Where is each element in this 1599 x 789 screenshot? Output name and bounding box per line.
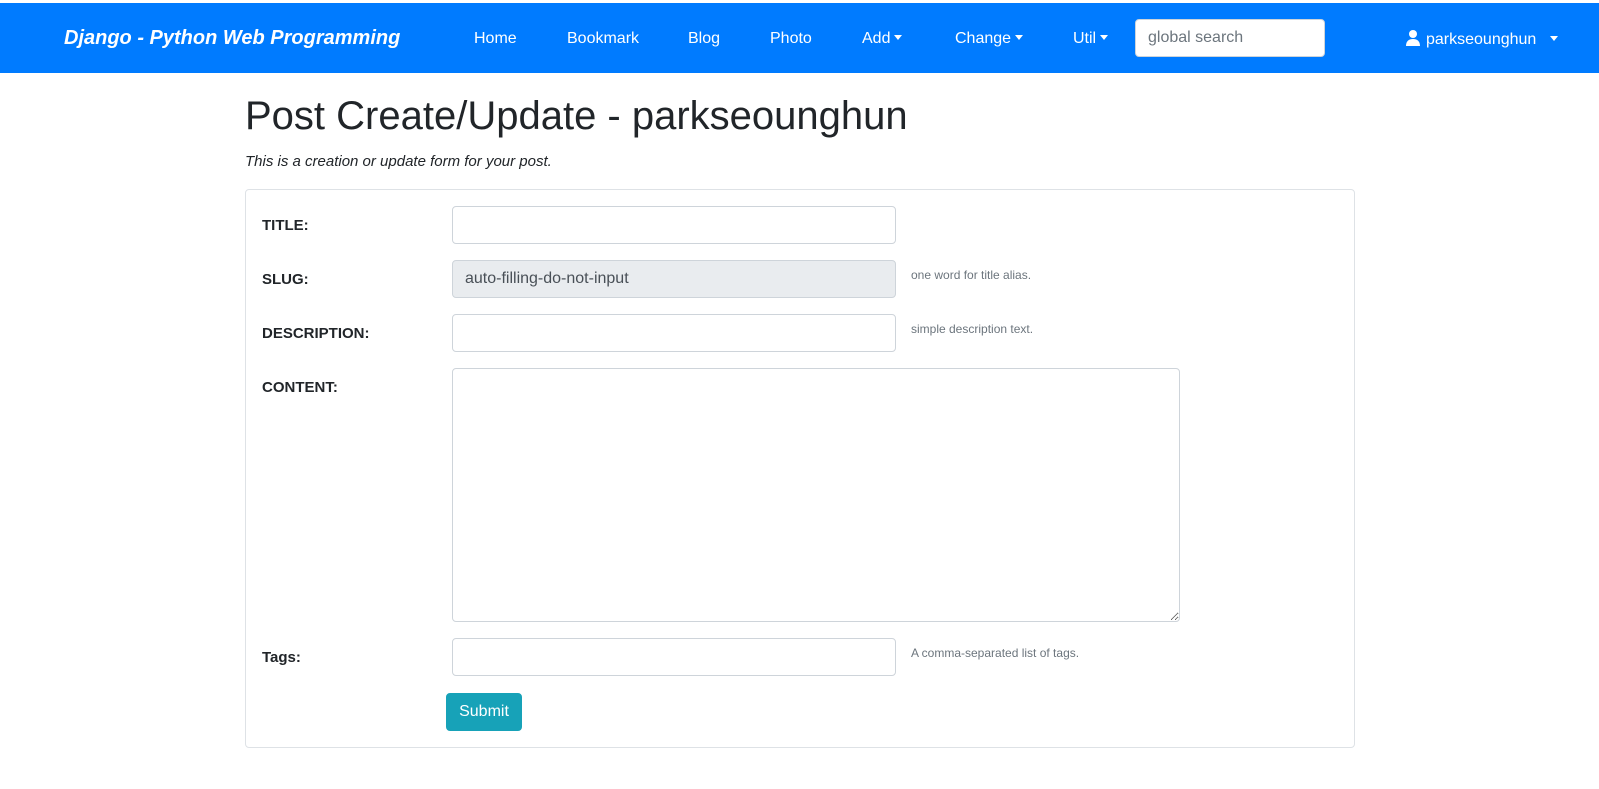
- user-icon: [1406, 30, 1420, 46]
- description-input[interactable]: [452, 314, 896, 352]
- nav-blog[interactable]: Blog: [688, 30, 720, 48]
- navbar: Django - Python Web Programming Home Boo…: [0, 3, 1599, 73]
- global-search-input[interactable]: [1135, 19, 1325, 57]
- nav-photo[interactable]: Photo: [770, 30, 812, 48]
- nav-add-dropdown[interactable]: Add: [862, 30, 903, 48]
- submit-button[interactable]: Submit: [446, 693, 522, 731]
- content-label: CONTENT:: [262, 379, 338, 396]
- nav-util-dropdown[interactable]: Util: [1073, 30, 1109, 48]
- tags-label: Tags:: [262, 649, 301, 666]
- slug-input[interactable]: [452, 260, 896, 298]
- slug-help-text: one word for title alias.: [911, 268, 1032, 282]
- tags-help-text: A comma-separated list of tags.: [911, 646, 1080, 660]
- description-label: DESCRIPTION:: [262, 325, 370, 342]
- nav-home[interactable]: Home: [474, 30, 517, 48]
- nav-add-label: Add: [862, 30, 891, 47]
- description-help-text: simple description text.: [911, 322, 1034, 336]
- tags-input[interactable]: [452, 638, 896, 676]
- user-menu-dropdown[interactable]: parkseounghun: [1406, 30, 1559, 49]
- nav-change-dropdown[interactable]: Change: [955, 30, 1024, 48]
- caret-down-icon: [1015, 35, 1024, 40]
- username: parkseounghun: [1426, 31, 1537, 48]
- brand-link[interactable]: Django - Python Web Programming: [64, 27, 400, 50]
- nav-bookmark[interactable]: Bookmark: [567, 30, 639, 48]
- title-input[interactable]: [452, 206, 896, 244]
- content-textarea[interactable]: [452, 368, 1180, 622]
- caret-down-icon: [1100, 35, 1109, 40]
- caret-down-icon: [1550, 36, 1559, 41]
- nav-util-label: Util: [1073, 30, 1097, 47]
- page-subtitle: This is a creation or update form for yo…: [245, 153, 552, 170]
- page-title: Post Create/Update - parkseounghun: [245, 94, 908, 138]
- nav-change-label: Change: [955, 30, 1012, 47]
- title-label: TITLE:: [262, 217, 309, 234]
- caret-down-icon: [894, 35, 903, 40]
- slug-label: SLUG:: [262, 271, 309, 288]
